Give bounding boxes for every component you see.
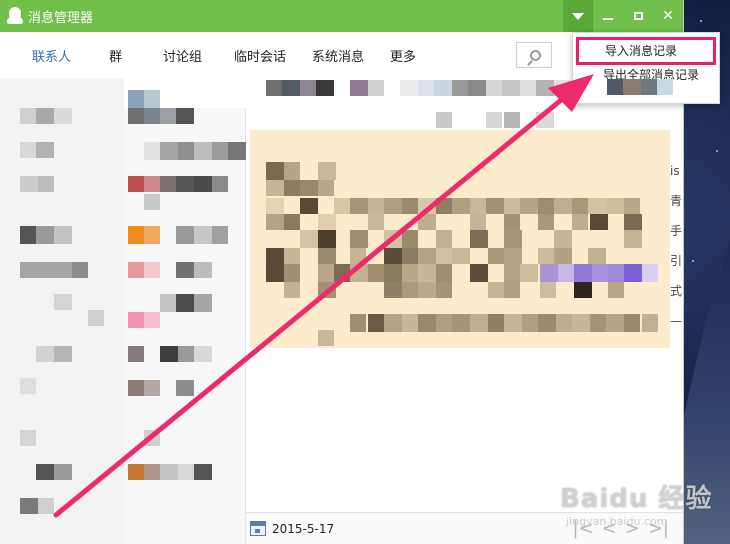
maximize-icon (633, 12, 643, 20)
current-date[interactable]: 2015-5-17 (272, 522, 334, 536)
message-manager-window: 消息管理器 ✕ 联系人 群 讨论组 临时会话 系统消息 更多 is 青 手 引 … (0, 0, 720, 544)
tab-contacts[interactable]: 联系人 (32, 46, 109, 65)
star (700, 20, 702, 22)
menu-item-import-messages[interactable]: 导入消息记录 (576, 37, 716, 65)
baidu-watermark: Baidu 经验 jingyan.baidu.com (560, 478, 720, 538)
qq-penguin-icon (6, 6, 24, 26)
star (692, 260, 694, 262)
more-options-menu: 导入消息记录 导出全部消息记录 (572, 32, 720, 104)
title-bar: 消息管理器 ✕ (0, 0, 683, 32)
close-button[interactable]: ✕ (653, 0, 683, 32)
window-title: 消息管理器 (28, 10, 94, 26)
message-text-fragment: is 青 手 引 式 — (670, 164, 683, 328)
minimize-button[interactable] (593, 0, 623, 32)
star (716, 150, 718, 152)
tab-temp-chats[interactable]: 临时会话 (234, 46, 312, 65)
dropdown-arrow-icon (572, 12, 584, 20)
message-history-pane: is 青 手 引 式 — (246, 78, 683, 544)
contact-list[interactable] (124, 78, 246, 544)
message-block (250, 130, 670, 348)
minimize-icon (603, 18, 613, 20)
content-area: is 青 手 引 式 — 2015-5-17 |< < > >| (0, 78, 683, 544)
contact-group-list[interactable] (0, 78, 124, 544)
tab-discussions[interactable]: 讨论组 (163, 46, 234, 65)
tab-more[interactable]: 更多 (390, 46, 430, 65)
search-button[interactable] (516, 42, 552, 68)
tab-system-messages[interactable]: 系统消息 (312, 46, 390, 65)
close-icon: ✕ (662, 8, 674, 24)
window-controls: ✕ (563, 0, 683, 32)
menu-dropdown-button[interactable] (563, 0, 593, 32)
maximize-button[interactable] (623, 0, 653, 32)
watermark-url: jingyan.baidu.com (566, 515, 668, 528)
calendar-icon[interactable] (250, 521, 266, 536)
watermark-logo: Baidu 经验 (560, 484, 713, 514)
search-icon (529, 49, 541, 61)
tab-groups[interactable]: 群 (109, 46, 163, 65)
